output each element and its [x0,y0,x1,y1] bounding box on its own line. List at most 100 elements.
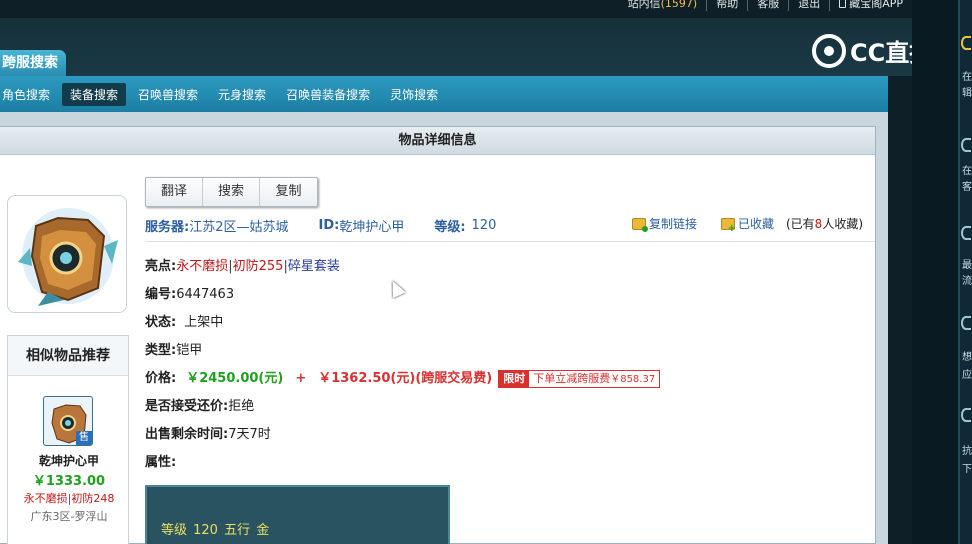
sell-badge: 售 [76,431,92,445]
server-value: 江苏2区—姑苏城 [189,219,289,235]
side-text-10: 下 [962,464,972,475]
attribute-label: 属性: [145,455,177,470]
nav-equipment-search[interactable]: 装备搜索 [62,82,127,106]
item-detail-panel: 物品详细信息 相似物品推荐 售 乾坤护心甲 ￥1333.00 永不磨损|初防24… [0,126,876,544]
highlight-label: 亮点: [145,259,177,274]
nav-pet-equipment-search[interactable]: 召唤兽装备搜索 [278,83,378,106]
top-link-service[interactable]: 客服 [748,0,790,11]
price-fee: ￥1362.50(元)(跨服交易费) [318,371,493,386]
nav-yuanshen-search[interactable]: 元身搜索 [210,83,274,106]
attribute-row: 属性: [145,449,875,477]
search-nav: 角色搜索 装备搜索 召唤兽搜索 元身搜索 召唤兽装备搜索 灵饰搜索 [0,76,888,112]
price-label: 价格: [145,371,177,386]
limit-amount: ￥858.37 [610,374,656,385]
highlight-1: 永不磨损 [176,259,229,274]
id-value: 乾坤护心甲 [339,219,405,235]
status-value: 上架中 [184,315,224,330]
search-button[interactable]: 搜索 [203,178,260,206]
right-column: 翻译 搜索 复制 服务器: 江苏2区—姑苏城 ID: 乾坤护心甲 等级: 120… [145,155,875,544]
recommend-item-server: 广东3区-罗浮山 [30,510,108,523]
type-value: 铠甲 [176,343,203,358]
limit-text: 下单立减跨服费￥858.37 [529,371,659,387]
number-row: 编号: 6447463 [145,281,875,309]
recommend-item-tags: 永不磨损|初防248 [8,490,130,506]
side-chat-icon[interactable] [961,138,971,152]
recommend-title: 相似物品推荐 [8,336,128,376]
fav-suffix: 人收藏) [822,217,863,231]
recommend-item-thumb[interactable]: 售 [43,396,93,446]
recommend-item-name[interactable]: 乾坤护心甲 [8,452,130,469]
number-label: 编号: [145,287,177,302]
side-text-6: 流 [962,276,972,287]
side-text-8: 应 [962,370,972,381]
recommend-item-price: ￥1333.00 [32,474,106,489]
top-link-app[interactable]: 藏宝阁APP [830,0,912,11]
remaining-time-label: 出售剩余时间: [145,427,229,442]
side-hot-icon[interactable] [961,226,971,240]
id-label: ID: [318,217,340,233]
top-bar: 站内信(1597) 帮助 客服 退出 藏宝阁APP [0,0,912,18]
side-phone-icon[interactable] [961,408,971,422]
left-column: 相似物品推荐 售 乾坤护心甲 ￥1333.00 永不磨损|初防248 广东3区-… [0,155,138,544]
item-image [7,195,127,313]
recommend-tag-2: 初防248 [71,492,115,505]
side-text-4: 客 [962,182,972,193]
level-value: 120 [471,217,497,233]
fav-prefix: (已有 [785,217,815,231]
counter-offer-row: 是否接受还价: 拒绝 [145,393,875,421]
action-button-group: 翻译 搜索 复制 [145,177,318,207]
remaining-time-row: 出售剩余时间: 7天7时 [145,421,875,449]
type-row: 类型: 铠甲 [145,337,875,365]
side-text-9: 抗 [962,446,972,457]
side-text-3: 在 [962,166,972,177]
meta-divider [145,241,875,242]
top-links: 站内信(1597) 帮助 客服 退出 藏宝阁APP [619,0,912,12]
favorite-folder-icon [720,217,736,234]
level-label: 等级: [434,219,466,235]
item-detail-rows: 亮点: 永不磨损 | 初防255 | 碎星套装 编号: 6447463 状态: … [145,253,875,477]
copy-link-icon [631,217,648,232]
limit-text-label: 下单立减跨服费 [533,372,611,385]
panel-title: 物品详细信息 [0,127,875,155]
cc-eye-icon [812,33,846,68]
number-value: 6447463 [176,287,235,302]
limit-promo-badge: 限时 下单立减跨服费￥858.37 [498,370,661,388]
favorited-button[interactable]: 已收藏 [709,215,774,234]
side-coin-icon[interactable] [961,36,971,50]
nav-accessory-search[interactable]: 灵饰搜索 [382,83,446,106]
armor-image-icon [18,208,118,306]
side-text-2: 辑 [962,88,972,99]
status-label: 状态: [145,315,177,330]
favorite-count: (已有8人收藏) [786,215,863,232]
side-text-5: 最 [962,260,972,271]
inbox-label: 站内信 [627,0,661,10]
copy-button[interactable]: 复制 [260,178,317,206]
price-row: 价格: ￥2450.00(元) + ￥1362.50(元)(跨服交易费) 限时 … [145,365,875,393]
server-label: 服务器: [145,219,190,235]
type-label: 类型: [145,343,177,358]
header [0,18,912,76]
top-link-help[interactable]: 帮助 [707,0,749,11]
nav-role-search[interactable]: 角色搜索 [0,83,58,106]
nav-pet-search[interactable]: 召唤兽搜索 [130,83,206,106]
app-label: 藏宝阁APP [849,0,903,10]
highlight-3[interactable]: 碎星套装 [288,253,340,281]
translate-button[interactable]: 翻译 [146,178,203,206]
top-link-logout[interactable]: 退出 [789,0,831,11]
side-idea-icon[interactable] [961,316,971,330]
main-content: 物品详细信息 相似物品推荐 售 乾坤护心甲 ￥1333.00 永不磨损|初防24… [0,112,888,544]
counter-offer-value: 拒绝 [228,399,255,414]
status-row: 状态: 上架中 [145,309,875,337]
copy-link-button[interactable]: 复制链接 [631,215,697,232]
highlight-row: 亮点: 永不磨损 | 初防255 | 碎星套装 [145,253,875,281]
phone-icon [839,0,847,8]
side-text-7: 想 [962,352,972,363]
top-link-inbox[interactable]: 站内信(1597) [619,0,708,11]
price-main: ￥2450.00(元) [186,371,284,386]
page-title-tab[interactable]: 跨服搜索 [0,50,66,76]
highlight-2: 初防255 [232,259,284,274]
remaining-time-value: 7天7时 [228,427,271,442]
counter-offer-label: 是否接受还价: [145,399,229,414]
meta-actions: 复制链接 已收藏 (已有8人收藏) [631,215,863,234]
side-text-1: 在 [962,72,972,83]
